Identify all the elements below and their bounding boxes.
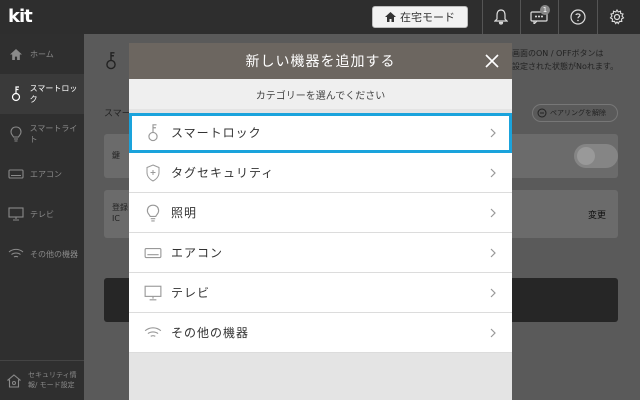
card-label: 登録 IC [112,202,128,224]
wifi-icon [143,323,163,343]
notification-button[interactable] [484,0,518,34]
close-icon[interactable] [482,51,502,71]
category-label: タグセキュリティ [171,166,275,180]
aircon-icon [143,243,163,263]
card-label-line: 登録 [112,203,128,212]
change-button[interactable]: 変更 [588,208,606,221]
sidebar-item-label: その他の機器 [30,249,78,259]
category-item-other-devices[interactable]: その他の機器 [129,313,512,353]
unpair-button[interactable]: ペアリングを解除 [532,104,618,122]
message-badge: 1 [540,5,550,15]
category-item-tag-security[interactable]: タグセキュリティ [129,153,512,193]
sidebar-item-tv[interactable]: テレビ [0,194,84,234]
sidebar-item-other-devices[interactable]: その他の機器 [0,234,84,274]
chevron-right-icon [490,168,496,178]
sidebar-item-label: エアコン [30,169,62,179]
chevron-right-icon [490,288,496,298]
chevron-right-icon [490,328,496,338]
modal-subtitle: カテゴリーを選んでください [129,79,512,109]
shield-icon [143,163,163,183]
sidebar-item-label: テレビ [30,209,54,219]
tv-icon [8,206,24,222]
divider [520,0,521,34]
sidebar: ホーム スマートロック スマートライト エアコン テレビ その他の機器 セキュリ… [0,34,84,400]
note-line: 画面のON / OFFボタンは [512,49,604,58]
home-mode-label: 在宅モード [400,11,455,24]
divider [597,0,598,34]
chevron-right-icon [490,248,496,258]
sidebar-footer-label: セキュリティ情報/ モード設定 [28,371,77,389]
category-label: その他の機器 [171,326,250,340]
chevron-right-icon [490,128,496,138]
key-icon [143,123,163,143]
divider [482,0,483,34]
category-label: エアコン [171,246,224,260]
note-line: 設定された状態がNoれます。 [512,61,619,71]
bulb-icon [143,203,163,223]
bell-icon [494,9,508,25]
sidebar-item-smart-light[interactable]: スマートライト [0,114,84,154]
category-label: スマートロック [171,126,262,140]
card-label: 鍵 [112,151,120,160]
tv-icon [143,283,163,303]
modal-title: 新しい機器を追加する [245,54,396,70]
help-icon [570,9,586,25]
sidebar-item-home[interactable]: ホーム [0,34,84,74]
key-icon [104,50,118,76]
home-icon [385,12,396,22]
chevron-right-icon [490,208,496,218]
bulb-icon [8,126,24,142]
gear-icon [609,9,625,25]
top-bar: kit 在宅モード 1 [0,0,640,34]
unpair-label: ペアリングを解除 [550,109,606,117]
modal-header: 新しい機器を追加する [129,43,512,79]
wifi-icon [8,246,24,262]
category-list: スマートロック タグセキュリティ 照明 エアコン テレビ その他の機器 [129,113,512,353]
sidebar-item-aircon[interactable]: エアコン [0,154,84,194]
home-icon [8,46,24,62]
main-note: 画面のON / OFFボタンは 設定された状態がNoれます。 [512,48,618,74]
category-item-smart-lock[interactable]: スマートロック [129,113,512,153]
house-shield-icon [6,373,22,389]
divider [558,0,559,34]
sidebar-item-label: スマートライト [29,124,78,144]
lock-toggle[interactable] [574,144,618,168]
card-label-line: IC [112,214,120,224]
settings-button[interactable] [600,0,634,34]
sidebar-security-mode-link[interactable]: セキュリティ情報/ モード設定 [0,360,84,400]
aircon-icon [8,166,24,182]
section-label: スマー [104,109,131,119]
category-item-aircon[interactable]: エアコン [129,233,512,273]
category-label: テレビ [171,286,211,300]
add-device-modal: 新しい機器を追加する カテゴリーを選んでください スマートロック タグセキュリテ… [129,43,512,400]
sidebar-item-label: ホーム [30,49,54,59]
category-item-lighting[interactable]: 照明 [129,193,512,233]
app-logo: kit [8,6,33,27]
sidebar-item-label: スマートロック [29,84,78,104]
key-icon [8,86,24,102]
category-item-tv[interactable]: テレビ [129,273,512,313]
help-button[interactable] [561,0,595,34]
category-label: 照明 [171,206,198,220]
home-mode-button[interactable]: 在宅モード [372,6,468,28]
sidebar-item-smart-lock[interactable]: スマートロック [0,74,84,114]
messages-button[interactable]: 1 [522,0,556,34]
minus-circle-icon [537,108,547,118]
